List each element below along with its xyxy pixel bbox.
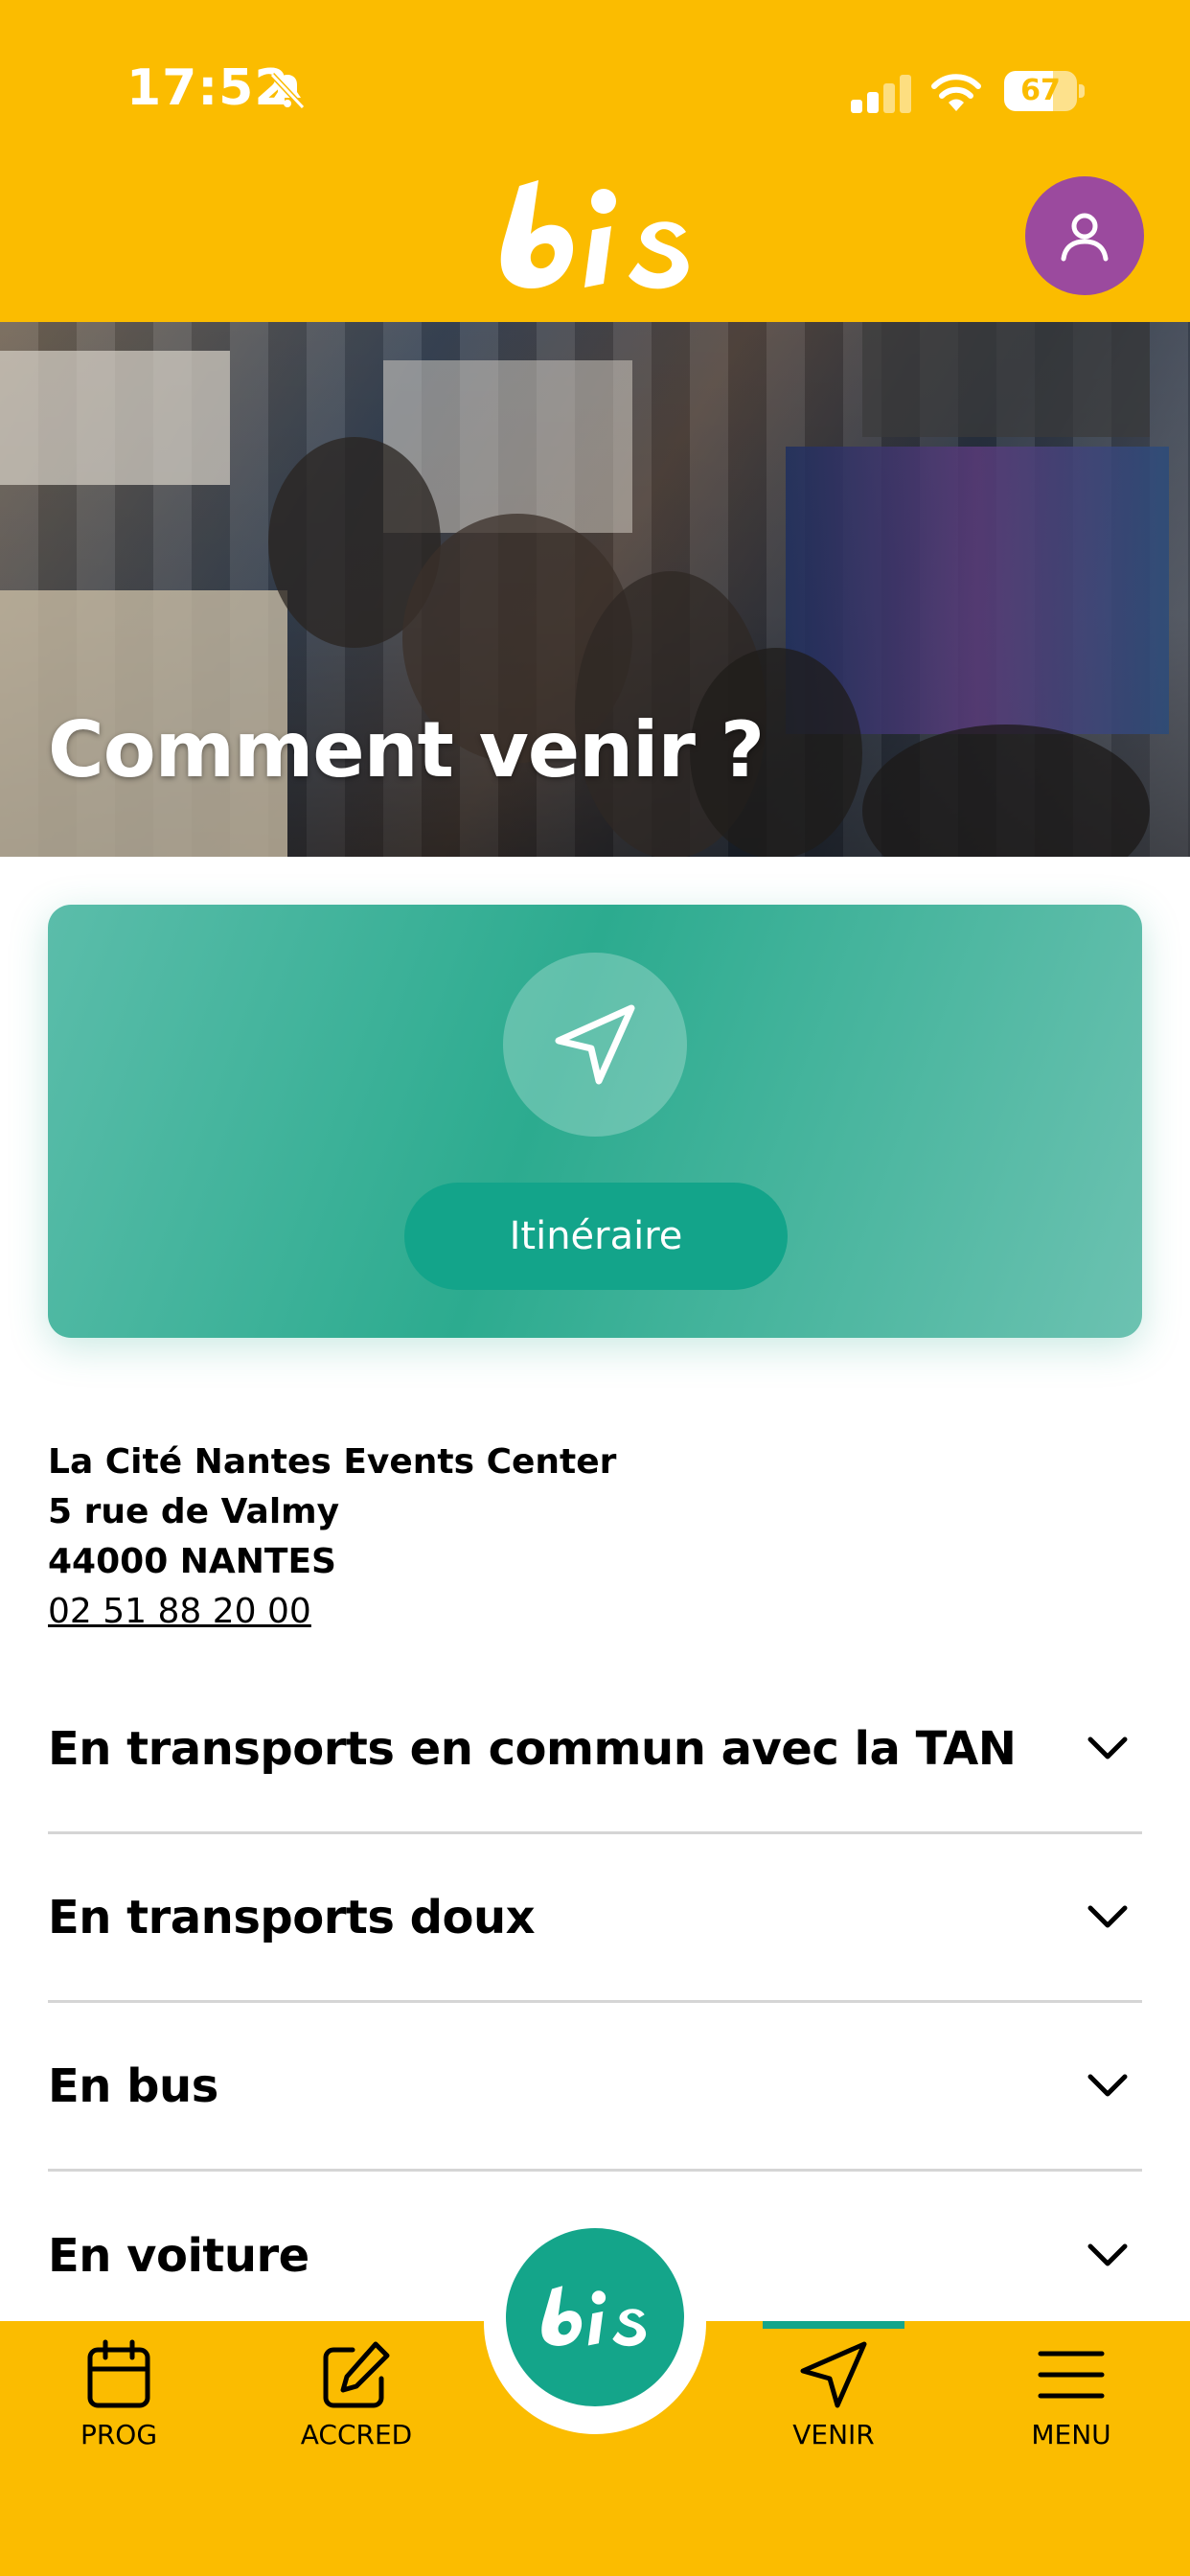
edit-icon: [323, 2341, 390, 2408]
chevron-down-icon: [1087, 2074, 1128, 2096]
chevron-down-icon: [1087, 2243, 1128, 2266]
menu-icon: [1038, 2351, 1105, 2399]
navigation-arrow-icon: [555, 1004, 635, 1085]
page-title: Comment venir ?: [48, 705, 765, 794]
status-time: 17:52: [126, 59, 290, 117]
wifi-icon: [931, 74, 981, 111]
chevron-down-icon: [1087, 1736, 1128, 1759]
address-line-2: 5 rue de Valmy: [48, 1492, 340, 1531]
phone-link[interactable]: 02 51 88 20 00: [48, 1587, 616, 1637]
home-logo-button[interactable]: [506, 2228, 684, 2406]
accordion-label: En bus: [48, 2058, 218, 2113]
profile-button[interactable]: [1025, 176, 1144, 295]
bis-logo: [541, 2286, 647, 2347]
hero-banner: Comment venir ?: [0, 322, 1190, 857]
nav-label: ACCRED: [300, 2419, 413, 2450]
nav-venir[interactable]: VENIR: [747, 2338, 920, 2472]
venue-address: La Cité Nantes Events Center 5 rue de Va…: [48, 1438, 616, 1637]
accordion-label: En voiture: [48, 2229, 309, 2283]
chevron-down-icon: [1087, 1905, 1128, 1927]
nav-label: PROG: [80, 2419, 158, 2450]
accordion-transports-doux[interactable]: En transports doux: [48, 1834, 1142, 2003]
battery-percent: 67: [1020, 74, 1061, 107]
itinerary-button[interactable]: Itinéraire: [404, 1183, 788, 1290]
nav-label: MENU: [1031, 2419, 1111, 2450]
nav-label: VENIR: [792, 2419, 875, 2450]
calendar-icon: [87, 2339, 150, 2408]
accordion-tan[interactable]: En transports en commun avec la TAN: [48, 1666, 1142, 1834]
nav-accred[interactable]: ACCRED: [270, 2338, 443, 2472]
address-line-1: La Cité Nantes Events Center: [48, 1442, 617, 1482]
accordion-bus[interactable]: En bus: [48, 2003, 1142, 2172]
user-icon: [1061, 213, 1109, 262]
navigation-arrow-icon: [800, 2341, 867, 2408]
bell-muted-icon: [269, 72, 306, 110]
active-tab-indicator: [763, 2321, 904, 2329]
itinerary-icon-circle[interactable]: [503, 953, 687, 1137]
address-line-3: 44000 NANTES: [48, 1542, 336, 1581]
itinerary-card[interactable]: Itinéraire: [48, 905, 1142, 1338]
accordion-label: En transports doux: [48, 1890, 536, 1944]
cell-signal-icon: [851, 75, 911, 113]
battery-icon: 67: [1004, 71, 1085, 111]
accordion-label: En transports en commun avec la TAN: [48, 1721, 1017, 1776]
bis-logo[interactable]: [491, 176, 703, 297]
nav-menu[interactable]: MENU: [985, 2338, 1157, 2472]
nav-prog[interactable]: PROG: [33, 2338, 205, 2472]
